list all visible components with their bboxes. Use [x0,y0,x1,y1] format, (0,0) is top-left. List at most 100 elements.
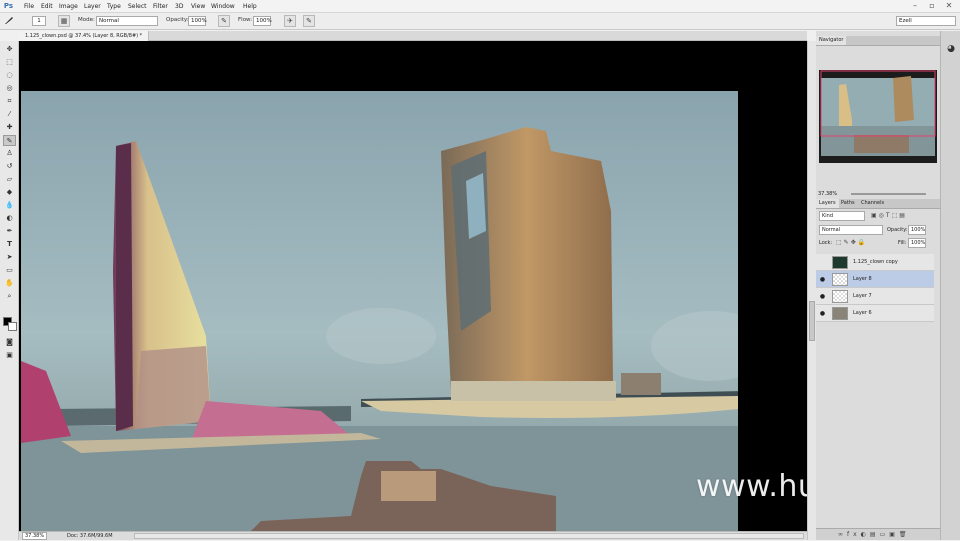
lasso-tool-icon[interactable]: ◌ [3,70,16,81]
menu-help[interactable]: Help [243,0,257,13]
path-select-tool-icon[interactable]: ➤ [3,252,16,263]
background-color-swatch[interactable] [8,322,17,331]
blend-mode-select[interactable]: Normal [819,225,883,235]
menu-file[interactable]: File [24,0,34,13]
document-tab[interactable]: 1.125_clown.psd @ 37.4% (Layer 8, RGB/8#… [19,31,150,41]
panels-column: Navigator 37.38% Layers Paths Channels K… [816,31,960,540]
eyedropper-tool-icon[interactable]: ⁄ [3,109,16,120]
fill-label: Fill: [898,240,907,246]
layer-kind-filter[interactable]: Kind [819,211,865,221]
menu-layer[interactable]: Layer [84,0,101,13]
layer-name: Layer 8 [853,276,872,282]
painting-artwork[interactable] [21,91,738,531]
type-tool-icon[interactable]: T [3,239,16,250]
airbrush-icon[interactable]: ✈ [284,15,296,27]
pressure-opacity-icon[interactable]: ✎ [218,15,230,27]
tab-channels[interactable]: Channels [858,199,887,208]
layer-thumbnail [832,273,848,286]
shape-tool-icon[interactable]: ▭ [3,265,16,276]
toolbox: ✥ ⬚ ◌ ◎ ⌗ ⁄ ✚ ✎ ♙ ↺ ▱ ◆ 💧 ◐ ✒ T ➤ ▭ ✋ ⌕ … [0,41,19,540]
navigator-zoom-slider[interactable] [851,193,926,195]
navigator-preview[interactable] [819,70,937,163]
marquee-tool-icon[interactable]: ⬚ [3,57,16,68]
workspace-select[interactable]: Ezell [896,16,956,26]
vertical-scroll-thumb[interactable] [809,301,815,341]
layer-thumbnail [832,307,848,320]
pressure-size-icon[interactable]: ✎ [303,15,315,27]
document-tab-bar: 1.125_clown.psd @ 37.4% (Layer 8, RGB/8#… [19,31,807,41]
tab-layers[interactable]: Layers [816,199,839,208]
quick-mask-icon[interactable]: ◙ [3,337,16,348]
options-bar: 1 ▦ Mode: Normal Opacity: 100% ✎ Flow: 1… [0,13,960,30]
healing-brush-tool-icon[interactable]: ✚ [3,122,16,133]
canvas-area[interactable]: www.hunls.com [19,41,807,531]
artwork-illustration [21,91,738,531]
crop-tool-icon[interactable]: ⌗ [3,96,16,107]
layer-name: 1.125_clown copy [853,259,898,265]
screen-mode-icon[interactable]: ▣ [3,350,16,361]
lock-icons[interactable]: ⬚✎✥🔒 [836,239,867,246]
mode-label: Mode: [78,17,95,23]
tab-paths[interactable]: Paths [838,199,858,208]
move-tool-icon[interactable]: ✥ [3,44,16,55]
menu-3d[interactable]: 3D [175,0,183,13]
close-button[interactable]: ✕ [942,0,956,12]
menu-view[interactable]: View [191,0,205,13]
blur-tool-icon[interactable]: 💧 [3,200,16,211]
layer-opacity-label: Opacity: [887,227,908,233]
dodge-tool-icon[interactable]: ◐ [3,213,16,224]
minimize-button[interactable]: – [908,0,922,12]
layer-row[interactable]: 1.125_clown copy [816,254,934,271]
navigator-zoom[interactable]: 37.38% [818,191,837,197]
layer-name: Layer 7 [853,293,872,299]
color-panel-icon[interactable]: ◕ [945,43,957,55]
menu-bar: Ps File Edit Image Layer Type Select Fil… [0,0,960,13]
layer-row-selected[interactable]: ● Layer 8 [816,271,934,288]
zoom-tool-icon[interactable]: ⌕ [3,291,16,302]
flow-field[interactable]: 100% [253,16,272,26]
navigator-header: Navigator [816,36,940,46]
layers-list: 1.125_clown copy ● Layer 8 ● Layer 7 ● L… [816,254,934,322]
layer-row[interactable]: ● Layer 6 [816,305,934,322]
menu-image[interactable]: Image [59,0,78,13]
history-brush-tool-icon[interactable]: ↺ [3,161,16,172]
tab-navigator[interactable]: Navigator [816,36,847,45]
layer-thumbnail [832,290,848,303]
menu-select[interactable]: Select [128,0,147,13]
zoom-level-field[interactable]: 37.38% [22,532,48,540]
vertical-scrollbar[interactable] [807,41,816,540]
mode-select[interactable]: Normal [96,16,158,26]
clone-stamp-tool-icon[interactable]: ♙ [3,148,16,159]
hand-tool-icon[interactable]: ✋ [3,278,16,289]
brush-panel-icon[interactable]: ▦ [58,15,70,27]
layers-header: Layers Paths Channels [816,199,940,209]
horizontal-scrollbar[interactable] [134,533,804,539]
layer-filter-icons[interactable]: ▣◎T⬚▤ [871,212,907,219]
layers-footer-actions[interactable]: ∞fx◐▤▭▣🗑 [816,528,940,540]
flow-label: Flow: [238,17,253,23]
menu-window[interactable]: Window [211,0,235,13]
eye-icon[interactable]: ● [819,276,826,283]
watermark: www.hunls.com [696,469,807,504]
eye-icon[interactable]: ● [819,293,826,300]
eye-icon[interactable]: ● [819,310,826,317]
paint-bucket-tool-icon[interactable]: ◆ [3,187,16,198]
pen-tool-icon[interactable]: ✒ [3,226,16,237]
quick-select-tool-icon[interactable]: ◎ [3,83,16,94]
menu-edit[interactable]: Edit [41,0,53,13]
fill-field[interactable]: 100% [908,238,926,248]
maximize-button[interactable]: ▫ [925,0,939,12]
panel-dock: ◕ [940,31,960,540]
brush-tool-icon[interactable] [3,15,15,27]
menu-type[interactable]: Type [107,0,121,13]
menu-filter[interactable]: Filter [153,0,168,13]
layer-row[interactable]: ● Layer 7 [816,288,934,305]
layer-opacity-field[interactable]: 100% [908,225,926,235]
layer-name: Layer 6 [853,310,872,316]
brush-size-preset[interactable]: 1 [32,16,46,26]
eraser-tool-icon[interactable]: ▱ [3,174,16,185]
brush-tool-icon[interactable]: ✎ [3,135,16,146]
layer-thumbnail [832,256,848,269]
opacity-field[interactable]: 100% [188,16,207,26]
visibility-off-icon[interactable] [819,259,826,266]
